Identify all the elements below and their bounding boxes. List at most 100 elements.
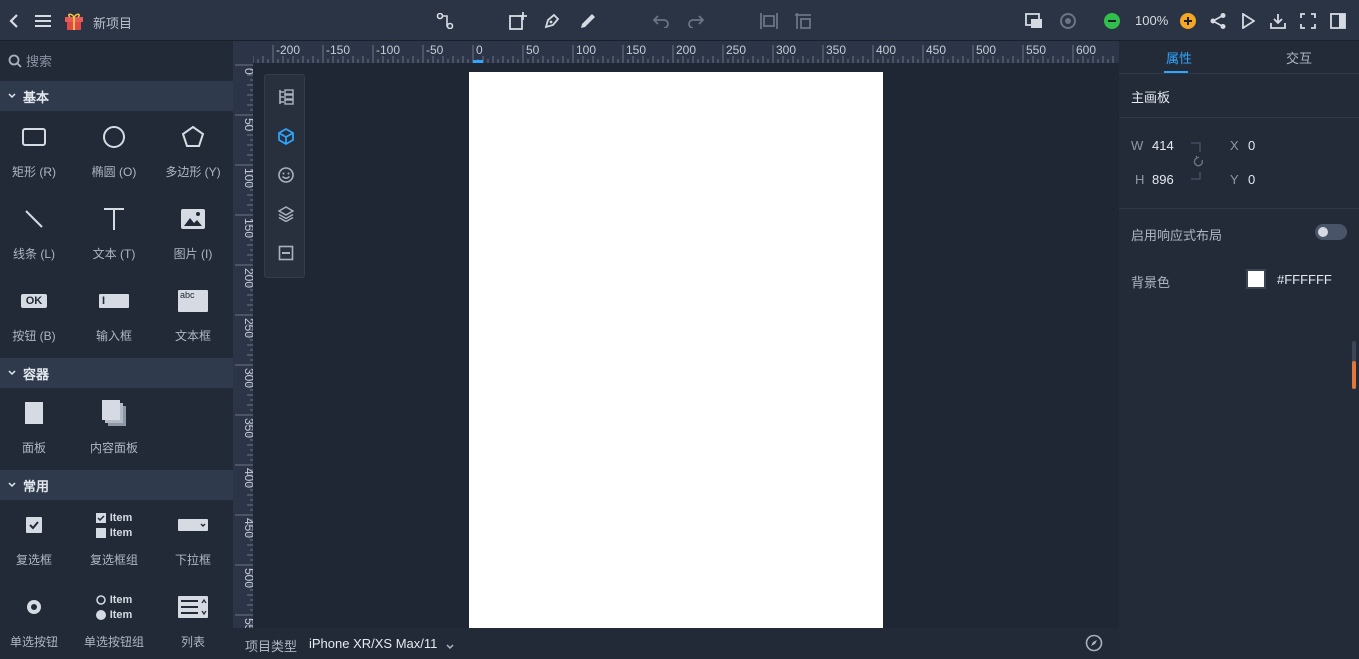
ruler-label: 300 (776, 43, 796, 57)
properties-panel: 属性 交互 主画板 W 414 H 896 X 0 Y 0 启用响应式布局 背景… (1119, 41, 1359, 659)
ruler-label: 550 (242, 618, 253, 628)
zoom-out-icon[interactable] (1102, 0, 1122, 41)
ruler-label: 250 (242, 318, 253, 338)
tab-interactions[interactable]: 交互 (1239, 41, 1359, 73)
download-icon[interactable] (1267, 0, 1289, 41)
rectangle-icon (22, 117, 46, 157)
tool-polygon[interactable]: 多边形 (Y) (153, 117, 233, 189)
fullscreen-icon[interactable] (1297, 0, 1319, 41)
ruler-label: 150 (626, 43, 646, 57)
zoom-level[interactable]: 100% (1135, 13, 1168, 28)
share-icon[interactable] (1207, 0, 1229, 41)
tool-checkbox-group[interactable]: Item Item 复选框组 (74, 505, 154, 577)
project-name[interactable]: 新项目 (93, 13, 132, 32)
tool-input[interactable]: I 输入框 (74, 281, 154, 353)
image-icon (181, 199, 205, 239)
search-input[interactable] (26, 51, 226, 71)
device-icon[interactable] (1023, 0, 1045, 41)
tool-text[interactable]: 文本 (T) (74, 199, 154, 271)
component-panel: 基本 矩形 (R) 椭圆 (O) 多边形 (Y) 线条 (L) 文本 (T) 图… (0, 41, 233, 659)
distribute-icon[interactable] (792, 0, 814, 41)
ruler-label: 350 (242, 418, 253, 438)
project-type-label: 项目类型 (245, 639, 298, 654)
ruler-label: -100 (376, 43, 400, 57)
tool-label: 文本 (T) (92, 247, 136, 261)
floating-toolbar (264, 74, 305, 278)
back-icon[interactable] (4, 0, 24, 41)
compass-icon[interactable] (1085, 634, 1103, 655)
height-field[interactable]: 896 (1152, 172, 1174, 187)
section-container[interactable]: 容器 (0, 358, 233, 388)
add-page-icon[interactable] (507, 0, 529, 41)
panel-toggle-icon[interactable] (1327, 0, 1349, 41)
tool-label: 椭圆 (O) (91, 165, 137, 179)
connect-icon[interactable] (434, 0, 456, 41)
menu-icon[interactable] (33, 0, 53, 41)
y-label: Y (1230, 172, 1239, 187)
master-icon[interactable] (265, 234, 306, 272)
project-type-select[interactable]: iPhone XR/XS Max/11 (309, 636, 437, 651)
tool-textarea[interactable]: abc 文本框 (153, 281, 233, 353)
app-window: 新项目 100% 搜索 基本 矩形 (R) 椭圆 (O) 多边形 (Y) 线条 … (0, 0, 1359, 659)
canvas-area[interactable] (253, 63, 1119, 628)
tool-panel[interactable]: 面板 (0, 393, 74, 465)
align-icon[interactable] (758, 0, 780, 41)
tool-button[interactable]: OK 按钮 (B) (0, 281, 74, 353)
pencil-icon[interactable] (577, 0, 599, 41)
artboard-title: 主画板 (1131, 90, 1171, 105)
ruler-label: 150 (242, 218, 253, 238)
item-glyph: Item (109, 511, 133, 524)
x-field[interactable]: 0 (1248, 138, 1255, 153)
tool-label: 复选框 (15, 553, 52, 567)
tool-label: 下拉框 (174, 553, 211, 567)
background-color-swatch[interactable] (1246, 269, 1266, 289)
tool-label: 多边形 (Y) (165, 165, 221, 179)
play-icon[interactable] (1237, 0, 1259, 41)
tool-rectangle[interactable]: 矩形 (R) (0, 117, 74, 189)
tool-label: 单选按钮组 (83, 635, 144, 649)
lock-ratio-icon[interactable] (1190, 142, 1208, 185)
tool-checkbox[interactable]: 复选框 (0, 505, 74, 577)
redo-icon[interactable] (685, 0, 707, 41)
tool-line[interactable]: 线条 (L) (0, 199, 74, 271)
tool-dropdown[interactable]: 下拉框 (153, 505, 233, 577)
section-common[interactable]: 常用 (0, 470, 233, 500)
item-glyph: Item (109, 593, 133, 606)
width-label: W (1131, 138, 1144, 153)
width-field[interactable]: 414 (1152, 138, 1174, 153)
checkbox-icon (26, 505, 42, 545)
y-field[interactable]: 0 (1248, 172, 1255, 187)
ruler-corner (233, 41, 253, 63)
undo-icon[interactable] (650, 0, 672, 41)
tool-label: 矩形 (R) (12, 165, 56, 179)
tool-label: 复选框组 (89, 553, 138, 567)
tool-radio[interactable]: 单选按钮 (0, 587, 74, 659)
ruler-label: 200 (676, 43, 696, 57)
tool-content-panel[interactable]: 内容面板 (74, 393, 154, 465)
zoom-in-icon[interactable] (1178, 0, 1198, 41)
artboard[interactable] (469, 72, 883, 628)
ruler-label: -150 (326, 43, 350, 57)
item-glyph: Item (109, 526, 133, 539)
content-panel-icon (102, 393, 126, 433)
layers-icon[interactable] (265, 195, 306, 233)
pen-icon[interactable] (541, 0, 563, 41)
toggle-knob (1318, 227, 1328, 237)
section-basic[interactable]: 基本 (0, 81, 233, 111)
background-color-value[interactable]: #FFFFFF (1277, 272, 1332, 287)
chevron-down-icon[interactable] (446, 638, 454, 653)
scrollbar-thumb[interactable] (1352, 361, 1356, 389)
emoji-icon[interactable] (265, 156, 306, 194)
outline-icon[interactable] (265, 78, 306, 116)
scrollbar[interactable] (1352, 341, 1356, 389)
tool-image[interactable]: 图片 (I) (153, 199, 233, 271)
tab-properties[interactable]: 属性 (1119, 41, 1239, 73)
tool-label: 面板 (21, 441, 46, 455)
tool-radio-group[interactable]: Item Item 单选按钮组 (74, 587, 154, 659)
settings-icon[interactable] (1057, 0, 1079, 41)
tool-ellipse[interactable]: 椭圆 (O) (74, 117, 154, 189)
responsive-toggle[interactable] (1315, 224, 1347, 240)
component-icon[interactable] (265, 117, 306, 155)
tool-list[interactable]: 列表 (153, 587, 233, 659)
background-color-label: 背景色 (1131, 275, 1171, 290)
